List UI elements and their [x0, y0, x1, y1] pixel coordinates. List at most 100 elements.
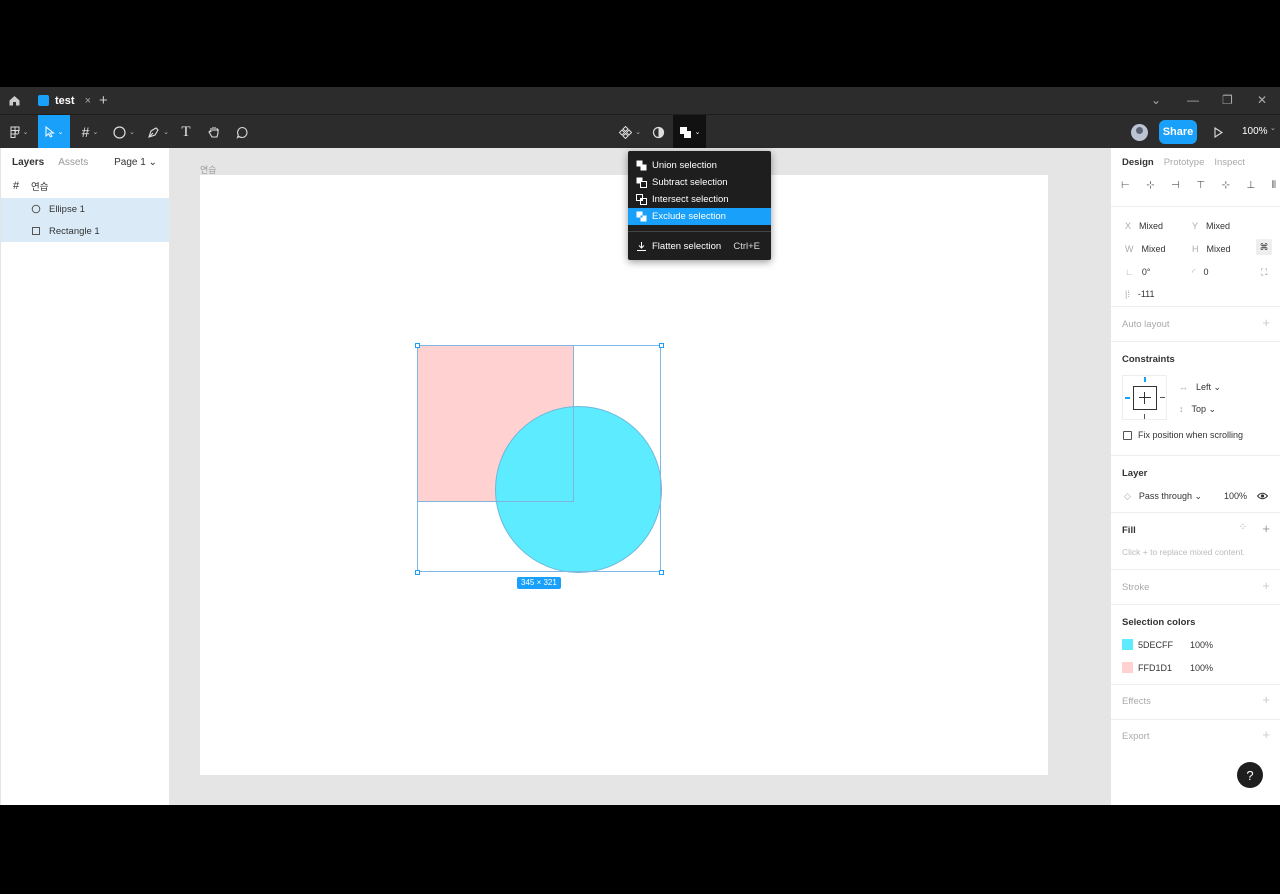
- file-tab[interactable]: test ×: [30, 87, 92, 114]
- corner-radius-field[interactable]: ◜ 0: [1192, 267, 1209, 278]
- color-hex[interactable]: FFD1D1: [1138, 663, 1172, 673]
- boolean-groups-button[interactable]: ⌄: [673, 115, 706, 149]
- color-hex[interactable]: 5DECFF: [1138, 640, 1173, 650]
- fill-hint: Click + to replace mixed content.: [1122, 547, 1246, 557]
- menu-item-intersect[interactable]: Intersect selection: [628, 191, 771, 208]
- resize-handle[interactable]: [659, 343, 664, 348]
- move-tool-button[interactable]: ⌄: [38, 115, 70, 149]
- chevron-down-icon[interactable]: ⌄: [1151, 93, 1161, 107]
- layer-opacity-field[interactable]: 100%: [1224, 491, 1247, 501]
- color-swatch-pink[interactable]: [1122, 662, 1133, 673]
- color-opacity[interactable]: 100%: [1190, 640, 1213, 650]
- tab-prototype[interactable]: Prototype: [1164, 157, 1205, 168]
- component-button[interactable]: ⌄: [617, 115, 643, 149]
- zoom-level[interactable]: 100%: [1242, 126, 1268, 137]
- menu-item-union[interactable]: Union selection: [628, 157, 771, 174]
- restore-icon[interactable]: ❐: [1222, 93, 1233, 107]
- window-close-icon[interactable]: ✕: [1257, 93, 1267, 107]
- tab-inspect[interactable]: Inspect: [1214, 157, 1245, 168]
- tab-assets[interactable]: Assets: [58, 157, 88, 168]
- add-export-icon[interactable]: +: [1262, 727, 1270, 742]
- tab-bar: test × + ⌄ — ❐ ✕: [0, 87, 1280, 114]
- intersect-icon: [636, 194, 647, 205]
- constraints-section: Constraints ↔ Left ⌄ ↕ Top ⌄ Fix position …: [1111, 341, 1280, 455]
- align-bottom-icon[interactable]: ⊥: [1247, 180, 1256, 191]
- menu-item-exclude[interactable]: Exclude selection: [628, 208, 771, 225]
- layer-row-ellipse[interactable]: Ellipse 1: [1, 198, 169, 220]
- mask-button[interactable]: [649, 115, 667, 149]
- chevron-down-icon: ⌄: [635, 129, 641, 136]
- vertical-constraint-select[interactable]: ↕ Top ⌄: [1179, 404, 1216, 415]
- blend-mode-select[interactable]: ◇ Pass through ⌄: [1124, 491, 1202, 502]
- fill-section: Fill ⁘ + Click + to replace mixed conten…: [1111, 512, 1280, 569]
- color-swatch-cyan[interactable]: [1122, 639, 1133, 650]
- close-tab-icon[interactable]: ×: [85, 95, 91, 107]
- color-opacity[interactable]: 100%: [1190, 663, 1213, 673]
- align-vertical-center-icon[interactable]: ⊹: [1222, 180, 1230, 191]
- comment-tool-button[interactable]: [233, 115, 251, 149]
- chevron-down-icon[interactable]: ⌄: [1270, 124, 1276, 132]
- spacing-field[interactable]: |⁞ -111: [1125, 289, 1155, 299]
- independent-corners-icon[interactable]: ⛶: [1261, 267, 1267, 278]
- help-button[interactable]: ?: [1237, 762, 1263, 788]
- resize-handle[interactable]: [415, 343, 420, 348]
- fix-position-checkbox[interactable]: [1123, 431, 1132, 440]
- eye-icon[interactable]: [1257, 492, 1268, 500]
- align-horizontal-center-icon[interactable]: ⊹: [1146, 180, 1154, 191]
- text-tool-button[interactable]: T: [177, 115, 195, 149]
- shortcut-label: Ctrl+E: [733, 241, 760, 252]
- x-field[interactable]: X Mixed: [1125, 221, 1163, 231]
- present-button[interactable]: [1210, 115, 1226, 149]
- resize-handle[interactable]: [659, 570, 664, 575]
- rectangle-icon: [32, 227, 40, 235]
- align-top-icon[interactable]: ⊤: [1196, 180, 1205, 191]
- add-fill-icon[interactable]: +: [1262, 521, 1270, 536]
- constrain-proportions-icon[interactable]: ⌘: [1256, 239, 1272, 255]
- selection-box[interactable]: [417, 345, 661, 572]
- auto-layout-title: Auto layout: [1122, 319, 1170, 330]
- y-field[interactable]: Y Mixed: [1192, 221, 1230, 231]
- page-selector[interactable]: Page 1 ⌄: [114, 157, 157, 168]
- main-menu-button[interactable]: ⌄: [4, 115, 34, 149]
- align-right-icon[interactable]: ⊣: [1171, 180, 1180, 191]
- layer-row-frame[interactable]: # 연습: [1, 175, 169, 197]
- minimize-icon[interactable]: —: [1187, 93, 1199, 107]
- menu-item-flatten[interactable]: Flatten selection Ctrl+E: [628, 238, 771, 255]
- style-grid-icon[interactable]: ⁘: [1239, 522, 1247, 533]
- align-left-icon[interactable]: ⊢: [1121, 180, 1130, 191]
- frame[interactable]: 345 × 321: [200, 175, 1048, 775]
- frame-tool-button[interactable]: # ⌄: [77, 115, 103, 149]
- export-section: Export +: [1111, 719, 1280, 754]
- home-icon[interactable]: [8, 94, 21, 107]
- layer-label: Rectangle 1: [49, 225, 100, 237]
- menu-item-label: Exclude selection: [652, 211, 726, 222]
- width-field[interactable]: W Mixed: [1125, 244, 1166, 254]
- avatar[interactable]: [1131, 124, 1148, 141]
- rotation-field[interactable]: ∟ 0°: [1125, 267, 1150, 277]
- add-auto-layout-icon[interactable]: +: [1262, 315, 1270, 330]
- menu-item-label: Union selection: [652, 160, 717, 171]
- tab-layers[interactable]: Layers: [12, 157, 44, 168]
- hand-tool-button[interactable]: [205, 115, 223, 149]
- new-tab-icon[interactable]: +: [99, 92, 108, 109]
- add-stroke-icon[interactable]: +: [1262, 578, 1270, 593]
- height-field[interactable]: H Mixed: [1192, 244, 1231, 254]
- menu-item-subtract[interactable]: Subtract selection: [628, 174, 771, 191]
- blend-mode-icon: ◇: [1124, 491, 1131, 501]
- layer-row-rectangle[interactable]: Rectangle 1: [1, 220, 169, 242]
- pen-tool-button[interactable]: ⌄: [144, 115, 172, 149]
- spacing-icon: |⁞: [1125, 289, 1130, 299]
- tab-design[interactable]: Design: [1122, 157, 1154, 168]
- dimensions-badge: 345 × 321: [517, 577, 561, 589]
- fill-title: Fill: [1122, 525, 1136, 536]
- stroke-section: Stroke +: [1111, 569, 1280, 604]
- shape-tool-button[interactable]: ⌄: [110, 115, 138, 149]
- corner-radius-icon: ◜: [1192, 267, 1196, 277]
- constraints-widget[interactable]: [1122, 375, 1167, 420]
- share-button[interactable]: Share: [1159, 120, 1197, 144]
- distribute-icon[interactable]: ⫴: [1272, 180, 1276, 191]
- horizontal-constraint-select[interactable]: ↔ Left ⌄: [1179, 382, 1221, 393]
- add-effect-icon[interactable]: +: [1262, 692, 1270, 707]
- resize-handle[interactable]: [415, 570, 420, 575]
- chevron-down-icon: ⌄: [129, 129, 135, 136]
